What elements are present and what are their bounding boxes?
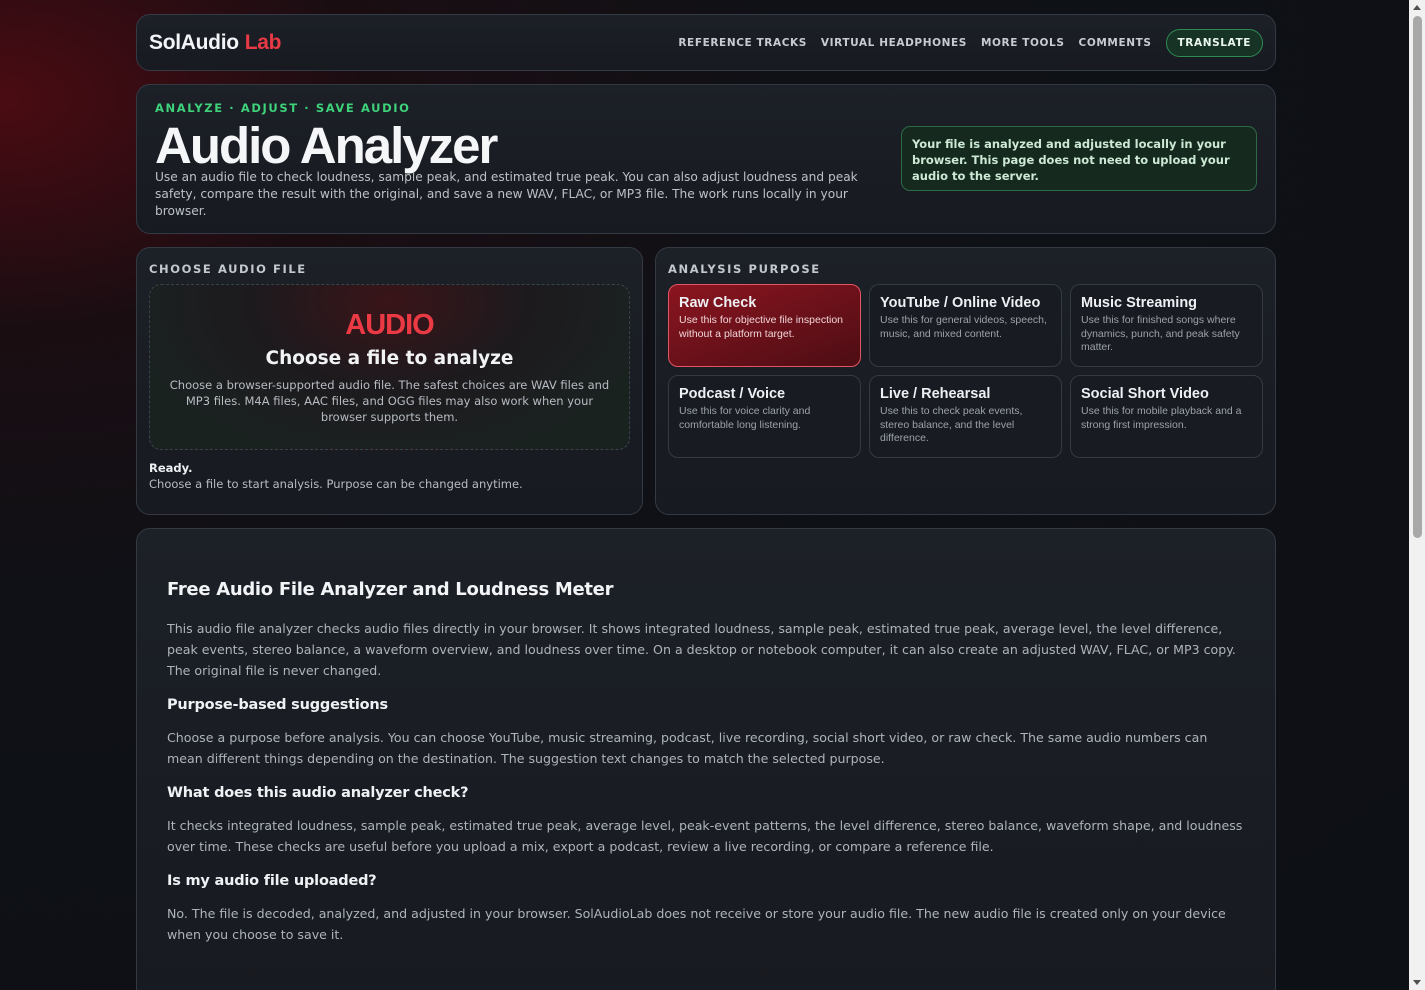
page-container: SolAudio Lab REFERENCE TRACKS VIRTUAL HEA… xyxy=(136,14,1276,990)
drop-zone-description: Choose a browser-supported audio file. T… xyxy=(169,378,610,424)
article-subheading: Is my audio file uploaded? xyxy=(167,873,377,889)
option-title: YouTube / Online Video xyxy=(880,295,1041,311)
upload-panel: CHOOSE AUDIO FILE AUDIO Choose a file to… xyxy=(136,247,643,515)
article-subheading: Purpose-based suggestions xyxy=(167,697,388,713)
info-article: Free Audio File Analyzer and Loudness Me… xyxy=(136,528,1276,990)
article-paragraph: This audio file analyzer checks audio fi… xyxy=(167,621,1236,678)
translate-button[interactable]: TRANSLATE xyxy=(1165,28,1263,57)
option-description: Use this to check peak events, stereo ba… xyxy=(880,405,1023,444)
privacy-notice: Your file is analyzed and adjusted local… xyxy=(901,126,1257,191)
purpose-panel: ANALYSIS PURPOSE Raw Check Use this for … xyxy=(655,247,1276,515)
option-title: Live / Rehearsal xyxy=(880,386,991,402)
purpose-option-youtube[interactable]: YouTube / Online Video Use this for gene… xyxy=(869,284,1062,367)
option-description: Use this for objective file inspection w… xyxy=(679,314,843,340)
article-paragraph: Choose a purpose before analysis. You ca… xyxy=(167,730,1208,766)
purpose-option-social-short[interactable]: Social Short Video Use this for mobile p… xyxy=(1070,375,1263,458)
nav-link-reference-tracks[interactable]: REFERENCE TRACKS xyxy=(678,37,807,49)
scroll-up-arrow-icon[interactable] xyxy=(1413,5,1421,10)
hero-eyebrow: ANALYZE · ADJUST · SAVE AUDIO xyxy=(155,101,411,115)
page-scrollbar[interactable] xyxy=(1409,0,1425,990)
article-heading: Free Audio File Analyzer and Loudness Me… xyxy=(167,579,614,600)
purpose-option-music-streaming[interactable]: Music Streaming Use this for finished so… xyxy=(1070,284,1263,367)
status-title: Ready. xyxy=(149,461,193,475)
upload-section-label: CHOOSE AUDIO FILE xyxy=(149,262,307,276)
purpose-option-live-rehearsal[interactable]: Live / Rehearsal Use this to check peak … xyxy=(869,375,1062,458)
scroll-down-arrow-icon[interactable] xyxy=(1413,980,1421,985)
nav-link-virtual-headphones[interactable]: VIRTUAL HEADPHONES xyxy=(821,37,967,49)
article-paragraph: It checks integrated loudness, sample pe… xyxy=(167,818,1243,854)
article-paragraph: No. The file is decoded, analyzed, and a… xyxy=(167,906,1226,942)
purpose-option-raw-check[interactable]: Raw Check Use this for objective file in… xyxy=(668,284,861,367)
purpose-option-podcast[interactable]: Podcast / Voice Use this for voice clari… xyxy=(668,375,861,458)
audio-badge: AUDIO xyxy=(345,309,434,341)
option-description: Use this for mobile playback and a stron… xyxy=(1081,405,1242,431)
drop-zone-title: Choose a file to analyze xyxy=(265,348,514,369)
purpose-section-label: ANALYSIS PURPOSE xyxy=(668,262,821,276)
nav-link-more-tools[interactable]: MORE TOOLS xyxy=(981,37,1065,49)
nav-link-comments[interactable]: COMMENTS xyxy=(1079,37,1152,49)
option-title: Podcast / Voice xyxy=(679,386,786,402)
purpose-options: Raw Check Use this for objective file in… xyxy=(668,284,1263,458)
top-navigation: SolAudio Lab REFERENCE TRACKS VIRTUAL HEA… xyxy=(136,14,1276,71)
scrollbar-thumb[interactable] xyxy=(1413,16,1422,538)
status-description: Choose a file to start analysis. Purpose… xyxy=(149,477,523,491)
option-title: Raw Check xyxy=(679,295,757,311)
file-drop-zone[interactable]: AUDIO Choose a file to analyze Choose a … xyxy=(149,284,630,450)
brand-name: SolAudio xyxy=(149,30,239,54)
option-title: Music Streaming xyxy=(1081,295,1198,311)
option-description: Use this for general videos, speech, mus… xyxy=(880,314,1047,340)
option-description: Use this for finished songs where dynami… xyxy=(1081,314,1240,353)
brand-accent: Lab xyxy=(244,30,282,54)
option-title: Social Short Video xyxy=(1081,386,1209,402)
option-description: Use this for voice clarity and comfortab… xyxy=(679,405,811,431)
hero-section: ANALYZE · ADJUST · SAVE AUDIO Audio Anal… xyxy=(136,84,1276,234)
article-subheading: What does this audio analyzer check? xyxy=(167,785,469,801)
tool-row: CHOOSE AUDIO FILE AUDIO Choose a file to… xyxy=(136,247,1276,515)
nav-links: REFERENCE TRACKS VIRTUAL HEADPHONES MORE… xyxy=(678,28,1263,57)
hero-description: Use an audio file to check loudness, sam… xyxy=(155,170,858,218)
brand-logo[interactable]: SolAudio Lab xyxy=(149,30,282,55)
